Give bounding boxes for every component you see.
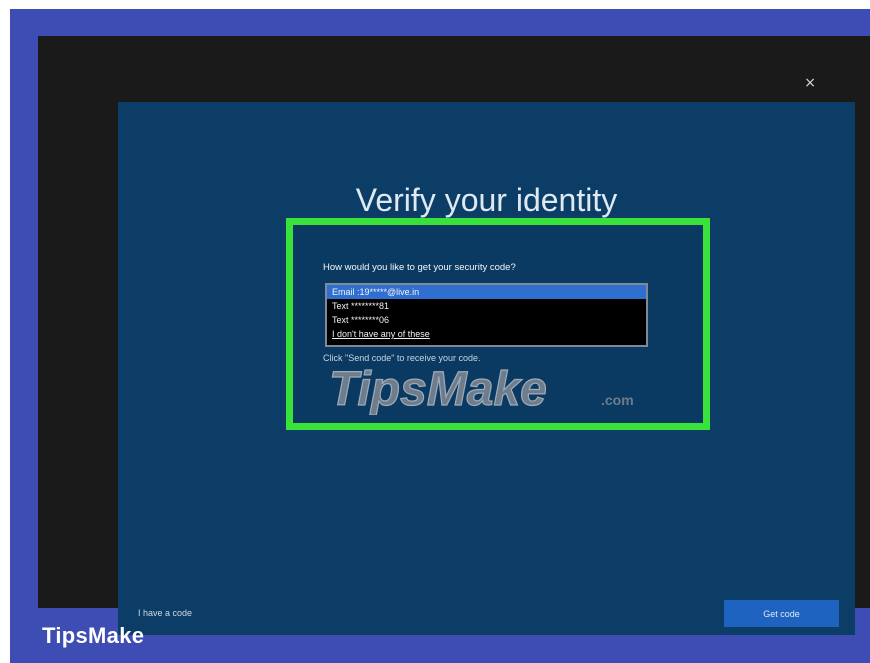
- watermark-text: TipsMake: [329, 363, 547, 415]
- watermark-logo: TipsMake .com: [329, 363, 634, 415]
- close-icon[interactable]: ×: [804, 76, 816, 90]
- have-code-link[interactable]: I have a code: [138, 608, 192, 618]
- watermark-suffix: .com: [601, 392, 634, 408]
- option-email[interactable]: Email :19*****@live.in: [327, 285, 646, 299]
- brand-label: TipsMake: [42, 623, 145, 648]
- option-text-06[interactable]: Text ********06: [327, 313, 646, 327]
- question-label: How would you like to get your security …: [323, 262, 516, 273]
- send-code-hint: Click "Send code" to receive your code.: [323, 353, 481, 363]
- page-title: Verify your identity: [355, 182, 618, 219]
- dialog-window: × Verify your identity How would you lik…: [38, 36, 870, 635]
- get-code-button[interactable]: Get code: [724, 600, 839, 627]
- security-code-method-listbox[interactable]: Email :19*****@live.in Text ********81 T…: [325, 283, 648, 347]
- image-frame: × Verify your identity How would you lik…: [10, 9, 870, 663]
- highlight-box: How would you like to get your security …: [286, 218, 710, 430]
- option-text-81[interactable]: Text ********81: [327, 299, 646, 313]
- verify-identity-panel: Verify your identity How would you like …: [118, 102, 855, 635]
- option-none[interactable]: I don't have any of these: [327, 327, 646, 341]
